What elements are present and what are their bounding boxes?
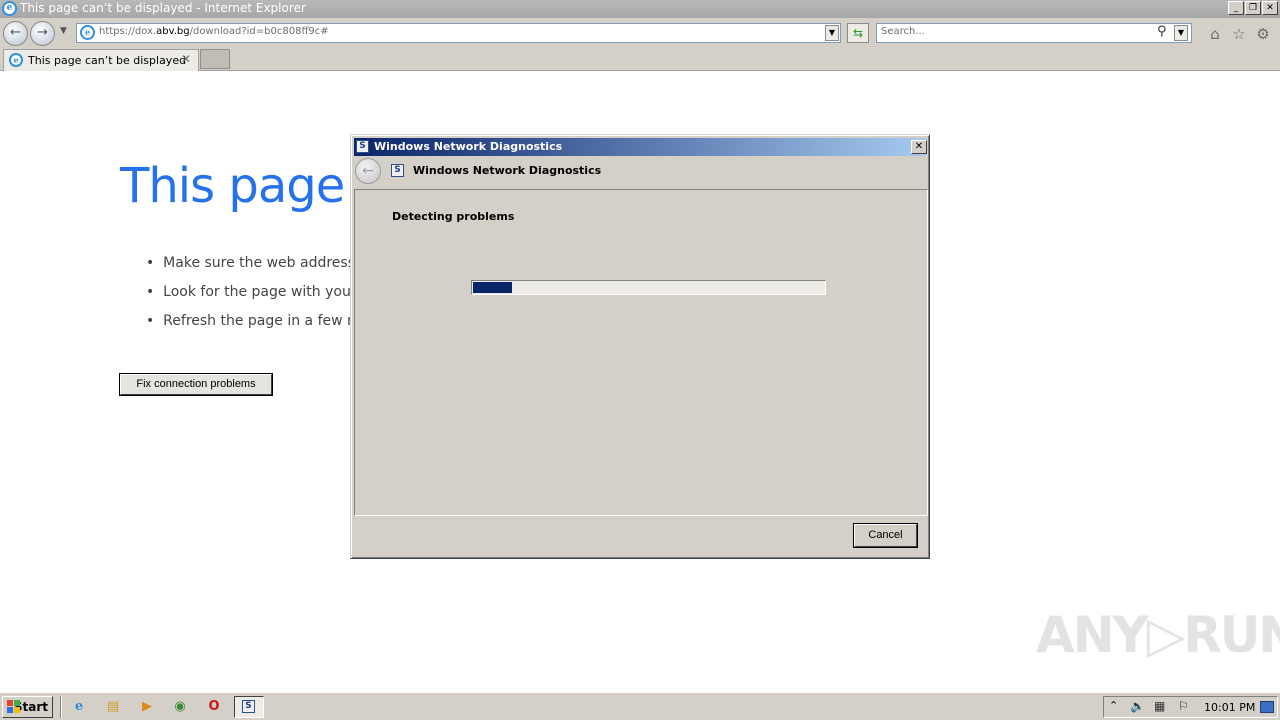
tools-gear-icon[interactable]: ⚙: [1254, 25, 1272, 43]
history-dropdown-icon[interactable]: ▼: [60, 26, 67, 36]
dialog-back-button[interactable]: ←: [355, 158, 381, 184]
tab-bar: e This page can’t be displayed ✕: [0, 48, 1280, 71]
new-tab-button[interactable]: [200, 49, 230, 69]
window-title: This page can’t be displayed - Internet …: [20, 1, 306, 15]
progress-bar: [471, 280, 826, 295]
search-placeholder: Search...: [881, 26, 925, 37]
dialog-title-bar[interactable]: S Windows Network Diagnostics ✕: [354, 138, 927, 156]
taskbar-explorer-icon[interactable]: ▤: [103, 697, 123, 717]
fix-connection-button[interactable]: Fix connection problems: [119, 373, 273, 396]
progress-fill: [473, 282, 512, 293]
taskbar: Start e ▤ ▶ ◉ O S ⌃ 🔈 ▦ ⚐ 10:01 PM: [0, 692, 1280, 720]
search-icon[interactable]: ⚲: [1157, 24, 1167, 39]
close-window-button[interactable]: ✕: [1262, 1, 1278, 15]
anyrun-watermark: ANY▷RUN: [1036, 606, 1280, 664]
show-desktop-icon[interactable]: [1260, 701, 1274, 713]
volume-icon[interactable]: 🔈: [1130, 699, 1145, 713]
network-diagnostics-icon: S: [356, 140, 369, 153]
tab-ie-icon: e: [9, 53, 23, 67]
ie-logo-icon: e: [2, 1, 17, 16]
dialog-header: Windows Network Diagnostics: [413, 164, 602, 177]
navigation-bar: ← → ▼ e https://dox.abv.bg/download?id=b…: [0, 18, 1280, 48]
taskbar-ie-icon[interactable]: e: [69, 697, 89, 717]
taskbar-opera-icon[interactable]: O: [204, 697, 224, 717]
system-tray: ⌃ 🔈 ▦ ⚐ 10:01 PM: [1103, 696, 1278, 718]
taskbar-chrome-icon[interactable]: ◉: [170, 697, 190, 717]
tab-active[interactable]: e This page can’t be displayed ✕: [3, 49, 199, 71]
taskbar-media-player-icon[interactable]: ▶: [137, 697, 157, 717]
windows-logo-icon: [7, 700, 20, 713]
start-button[interactable]: Start: [2, 696, 53, 718]
search-input[interactable]: Search... ⚲: [876, 23, 1192, 43]
favorites-star-icon[interactable]: ☆: [1230, 25, 1248, 43]
back-button[interactable]: ←: [3, 21, 28, 46]
window-title-bar[interactable]: e This page can’t be displayed - Interne…: [0, 0, 1280, 18]
address-input[interactable]: e https://dox.abv.bg/download?id=b0c808f…: [76, 23, 841, 43]
action-center-flag-icon[interactable]: ⚐: [1178, 699, 1189, 713]
page-ie-icon: e: [80, 25, 95, 40]
address-dropdown-button[interactable]: ▼: [825, 25, 839, 41]
clock[interactable]: 10:01 PM: [1204, 701, 1255, 714]
restore-button[interactable]: ❐: [1245, 1, 1261, 15]
refresh-icon[interactable]: ⇆: [847, 23, 869, 43]
suggestion-item: • Refresh the page in a few mi: [146, 313, 365, 329]
network-diagnostics-dialog: S Windows Network Diagnostics ✕ ← S Wind…: [350, 134, 930, 559]
cancel-button[interactable]: Cancel: [853, 523, 918, 548]
tray-expand-icon[interactable]: ⌃: [1109, 699, 1118, 712]
diagnostics-status: Detecting problems: [392, 210, 515, 223]
network-icon[interactable]: ▦: [1154, 699, 1165, 713]
home-icon[interactable]: ⌂: [1206, 25, 1224, 43]
dialog-content-panel: Detecting problems: [354, 189, 928, 516]
tab-close-icon[interactable]: ✕: [181, 52, 191, 66]
tab-label: This page can’t be displayed: [28, 54, 187, 67]
suggestion-item: • Make sure the web address h: [146, 255, 369, 271]
search-dropdown-button[interactable]: ▼: [1174, 25, 1188, 41]
dialog-title: Windows Network Diagnostics: [374, 140, 563, 153]
taskbar-diagnostics-icon: S: [242, 700, 255, 713]
taskbar-separator: [60, 696, 62, 718]
forward-button[interactable]: →: [30, 21, 55, 46]
address-url: https://dox.abv.bg/download?id=b0c808ff9…: [99, 26, 329, 37]
header-network-icon: S: [391, 164, 404, 177]
suggestion-item: • Look for the page with your: [146, 284, 357, 300]
dialog-close-button[interactable]: ✕: [911, 140, 927, 154]
page-error-heading: This page c: [120, 158, 385, 214]
minimize-button[interactable]: _: [1228, 1, 1244, 15]
taskbar-network-diagnostics-item[interactable]: S: [234, 696, 264, 718]
